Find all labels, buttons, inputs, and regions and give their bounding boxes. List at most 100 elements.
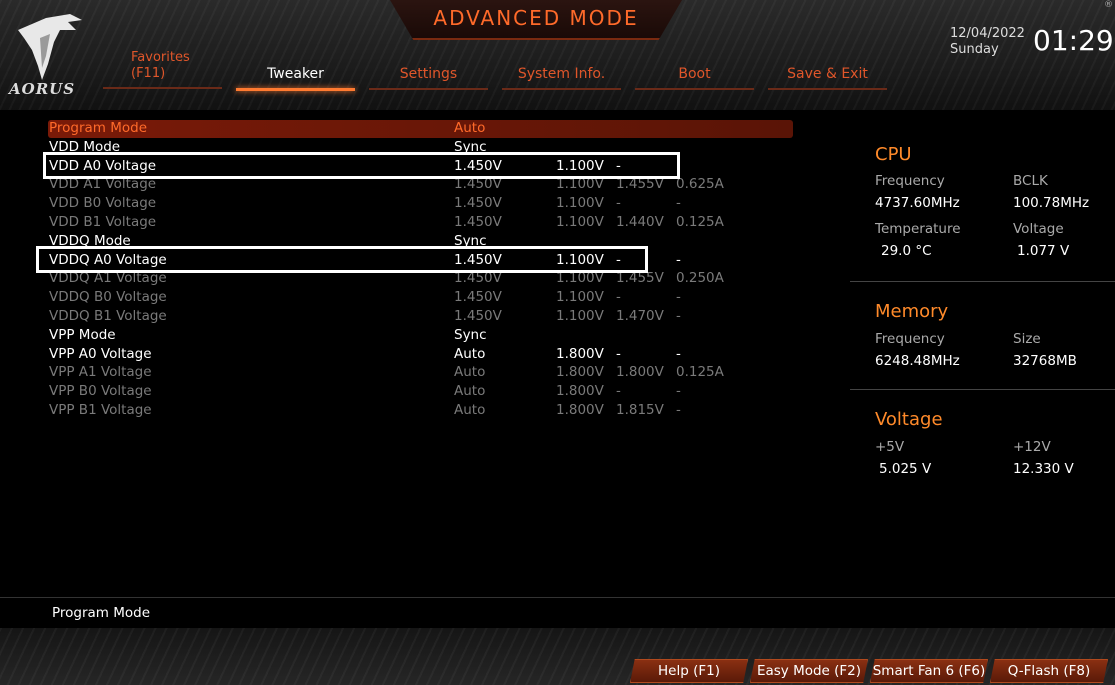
help-divider <box>0 597 1115 598</box>
tab-label: Save & Exit <box>787 66 868 82</box>
setting-name: VPP A0 Voltage <box>49 345 152 362</box>
memory-size-label: Size <box>1013 331 1041 347</box>
help-description: Program Mode <box>52 605 151 621</box>
setting-value: 1.450V <box>454 195 502 212</box>
setting-current: 0.250A <box>676 270 724 287</box>
setting-current: - <box>676 402 681 418</box>
setting-target-voltage: 1.800V <box>556 364 604 381</box>
cpu-frequency-value: 4737.60MHz <box>875 195 960 211</box>
setting-target-voltage: 1.100V <box>556 214 604 230</box>
setting-value: Auto <box>454 402 486 418</box>
memory-frequency-label: Frequency <box>875 331 945 347</box>
tab-label: Settings <box>399 66 458 82</box>
setting-value: Auto <box>454 364 486 381</box>
memory-panel-title: Memory <box>875 301 949 322</box>
setting-value: 1.450V <box>454 308 502 324</box>
setting-current: - <box>676 289 681 306</box>
help-button[interactable]: Help (F1) <box>630 659 748 683</box>
voltage-12v-value: 12.330 V <box>1013 461 1074 477</box>
setting-name: VDDQ B0 Voltage <box>49 289 167 306</box>
tab-label: Boot <box>678 66 711 82</box>
voltage-12v-label: +12V <box>1013 439 1051 455</box>
highlight-box-vddq-a0 <box>36 246 648 273</box>
setting-row[interactable]: VDD B1 Voltage 1.450V 1.100V 1.440V 0.125A <box>48 214 793 232</box>
clock-display: 01:29 <box>1033 24 1114 57</box>
cpu-voltage-value: 1.077 V <box>1017 243 1070 259</box>
setting-current: 0.125A <box>676 364 724 381</box>
setting-measured-voltage: - <box>616 195 621 212</box>
setting-name: VDD B0 Voltage <box>49 195 157 212</box>
setting-target-voltage: 1.800V <box>556 383 604 400</box>
brand-logo-text: AORUS <box>9 80 76 98</box>
tab-favorites-key[interactable]: (F11) <box>131 66 165 81</box>
panel-divider <box>850 389 1115 390</box>
tab-label: System Info. <box>517 66 606 82</box>
setting-name: VPP Mode <box>49 326 116 343</box>
setting-row[interactable]: VPP A0 Voltage Auto 1.800V - - <box>48 346 793 364</box>
setting-row[interactable]: VPP Mode Sync <box>48 327 793 345</box>
setting-name: VDDQ B1 Voltage <box>49 308 167 324</box>
setting-measured-voltage: 1.800V <box>616 364 664 381</box>
date-display: 12/04/2022 <box>950 26 1025 41</box>
panel-divider <box>850 281 1115 282</box>
setting-current: 0.625A <box>676 176 724 193</box>
setting-current: - <box>676 383 681 400</box>
setting-value: Auto <box>454 120 486 136</box>
memory-size-value: 32768MB <box>1013 353 1077 369</box>
setting-measured-voltage: 1.440V <box>616 214 664 230</box>
setting-row[interactable]: VDDQ B0 Voltage 1.450V 1.100V - - <box>48 289 793 307</box>
setting-measured-voltage: 1.470V <box>616 308 664 324</box>
setting-value: 1.450V <box>454 214 502 230</box>
setting-target-voltage: 1.100V <box>556 289 604 306</box>
tab-tweaker[interactable]: Tweaker <box>236 66 355 91</box>
cpu-voltage-label: Voltage <box>1013 221 1064 237</box>
setting-target-voltage: 1.800V <box>556 345 604 362</box>
setting-name: Program Mode <box>49 120 148 136</box>
tab-save-exit[interactable]: Save & Exit <box>768 66 887 90</box>
highlight-box-vdd-a0 <box>43 152 680 179</box>
tab-favorites-underline <box>103 87 222 89</box>
setting-current: - <box>676 308 681 324</box>
setting-value: 1.450V <box>454 289 502 306</box>
voltage-panel-title: Voltage <box>875 409 943 430</box>
setting-target-voltage: 1.100V <box>556 195 604 212</box>
cpu-frequency-label: Frequency <box>875 173 945 189</box>
setting-measured-voltage: 1.815V <box>616 402 664 418</box>
cpu-panel-title: CPU <box>875 144 912 165</box>
day-display: Sunday <box>950 42 999 57</box>
setting-current: - <box>676 195 681 212</box>
setting-row[interactable]: VPP A1 Voltage Auto 1.800V 1.800V 0.125A <box>48 364 793 382</box>
setting-row[interactable]: VDD B0 Voltage 1.450V 1.100V - - <box>48 195 793 213</box>
tab-label: Tweaker <box>267 66 324 82</box>
setting-measured-voltage: - <box>616 289 621 306</box>
registered-mark: ® <box>1104 0 1113 10</box>
page-title: ADVANCED MODE <box>433 6 639 30</box>
setting-value: Auto <box>454 383 486 400</box>
setting-current: - <box>676 251 681 268</box>
qflash-button[interactable]: Q-Flash (F8) <box>990 659 1108 683</box>
cpu-bclk-label: BCLK <box>1013 173 1048 189</box>
setting-row[interactable]: VDDQ A1 Voltage 1.450V 1.100V 1.455V 0.250A <box>48 270 793 288</box>
setting-measured-voltage: - <box>616 383 621 400</box>
tab-favorites-label[interactable]: Favorites <box>131 50 190 65</box>
easy-mode-button[interactable]: Easy Mode (F2) <box>750 659 868 683</box>
tab-settings[interactable]: Settings <box>369 66 488 90</box>
setting-row[interactable]: VDDQ B1 Voltage 1.450V 1.100V 1.470V - <box>48 308 793 326</box>
setting-name: VPP B1 Voltage <box>49 402 152 418</box>
setting-row[interactable]: VDD A1 Voltage 1.450V 1.100V 1.455V 0.625A <box>48 176 793 194</box>
setting-name: VPP A1 Voltage <box>49 364 152 381</box>
setting-current: 0.125A <box>676 214 724 230</box>
memory-frequency-value: 6248.48MHz <box>875 353 960 369</box>
voltage-5v-value: 5.025 V <box>879 461 932 477</box>
setting-target-voltage: 1.100V <box>556 308 604 324</box>
setting-name: VDD B1 Voltage <box>49 214 157 230</box>
voltage-5v-label: +5V <box>875 439 905 455</box>
setting-row[interactable]: Program Mode Auto <box>48 120 793 138</box>
tab-boot[interactable]: Boot <box>635 66 754 90</box>
cpu-temperature-value: 29.0 °C <box>881 243 932 259</box>
setting-target-voltage: 1.800V <box>556 402 604 418</box>
tab-system-info[interactable]: System Info. <box>502 66 621 90</box>
setting-row[interactable]: VPP B0 Voltage Auto 1.800V - - <box>48 383 793 401</box>
setting-row[interactable]: VPP B1 Voltage Auto 1.800V 1.815V - <box>48 402 793 420</box>
smart-fan-button[interactable]: Smart Fan 6 (F6) <box>870 659 988 683</box>
